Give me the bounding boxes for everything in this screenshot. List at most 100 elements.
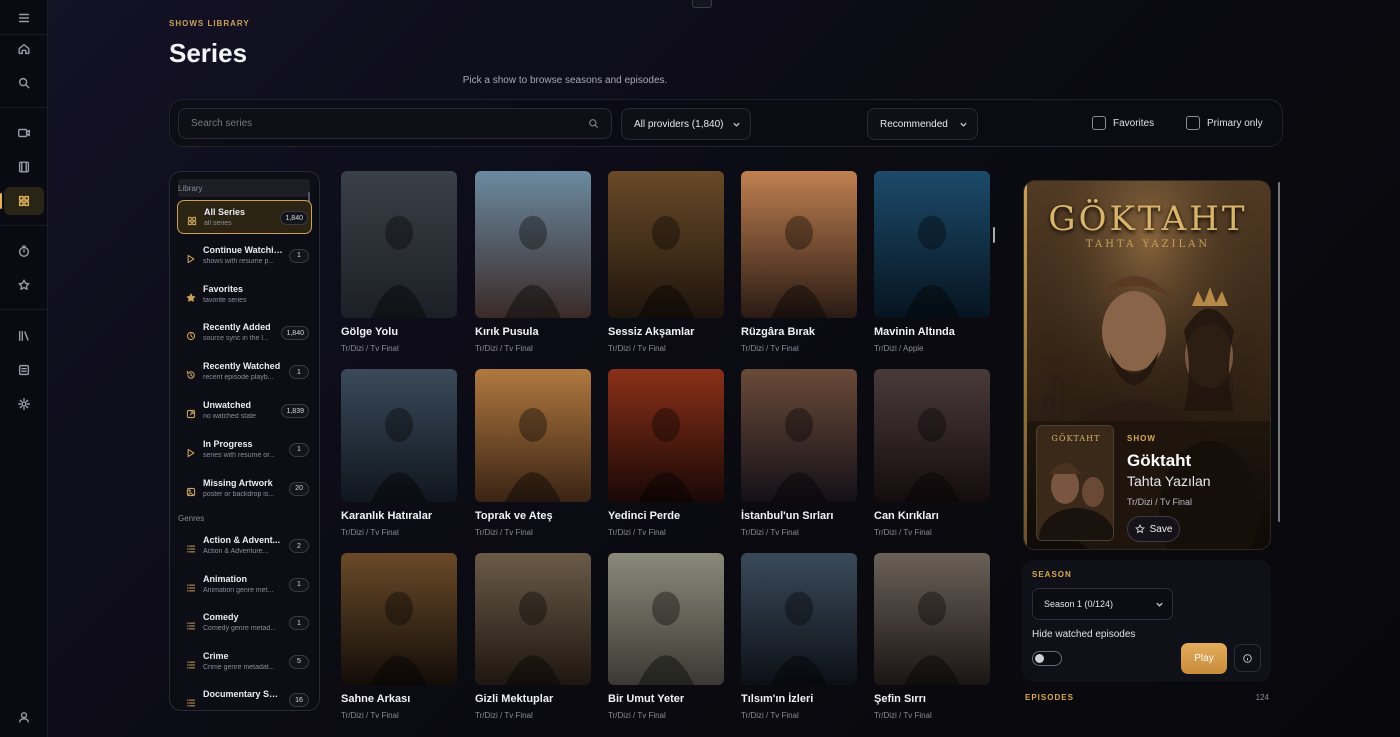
series-poster[interactable] (341, 553, 457, 685)
sidebar-item-action-advent[interactable]: Action & Advent... Action & Adventure... 2 (177, 529, 312, 563)
sidebar-item-crime[interactable]: Crime Crime genre metadat... 5 (177, 645, 312, 679)
episodes-count: 124 (1255, 693, 1269, 702)
menu-icon[interactable] (8, 4, 40, 32)
series-card[interactable]: Bir Umut Yeter Tr/Dizi / Tv Final (608, 553, 724, 720)
series-poster[interactable] (874, 171, 990, 318)
series-poster[interactable] (741, 171, 857, 318)
star-icon[interactable] (8, 271, 40, 299)
sidebar-item-in-progress[interactable]: In Progress series with resume or... 1 (177, 433, 312, 467)
series-poster[interactable] (608, 553, 724, 685)
play-button[interactable]: Play (1181, 643, 1227, 674)
provider-dropdown[interactable]: All providers (1,840) (621, 108, 751, 140)
sidebar-item-description: poster or backdrop is... (203, 490, 275, 498)
series-card[interactable]: Karanlık Hatıralar Tr/Dizi / Tv Final (341, 369, 457, 537)
series-poster[interactable] (341, 369, 457, 502)
sidebar-item-recently-added[interactable]: Recently Added source sync in the l... 1,8… (177, 316, 312, 350)
poster-artwork (741, 369, 857, 502)
series-provider: Tr/Dizi / Tv Final (341, 528, 399, 537)
sort-dropdown[interactable]: Recommended (867, 108, 978, 140)
poster-artwork (741, 171, 857, 318)
chevron-down-icon (960, 122, 967, 127)
series-poster[interactable] (608, 369, 724, 502)
series-grid-icon[interactable] (0, 187, 44, 215)
series-poster[interactable] (475, 171, 591, 318)
grid-icon (187, 213, 197, 226)
poster-artwork (341, 369, 457, 502)
series-poster[interactable] (741, 553, 857, 685)
checkbox-box[interactable] (1092, 116, 1106, 130)
series-poster[interactable] (874, 369, 990, 502)
series-card[interactable]: Kırık Pusula Tr/Dizi / Tv Final (475, 171, 591, 353)
sidebar-item-comedy[interactable]: Comedy Comedy genre metad... 1 (177, 606, 312, 640)
series-card[interactable]: Gölge Yolu Tr/Dizi / Tv Final (341, 171, 457, 353)
favorites-checkbox[interactable]: Favorites (1092, 116, 1154, 130)
library-icon[interactable] (8, 322, 40, 350)
timer-icon[interactable] (8, 237, 40, 265)
sidebar-item-documentary-ser[interactable]: Documentary Ser... 16 (177, 683, 312, 710)
series-poster[interactable] (341, 171, 457, 318)
guide-icon[interactable] (8, 356, 40, 384)
series-title: Gölge Yolu (341, 326, 399, 338)
sidebar-item-recently-watched[interactable]: Recently Watched recent episode playb... 1 (177, 355, 312, 389)
save-button-label: Save (1149, 523, 1173, 535)
season-dropdown[interactable]: Season 1 (0/124) (1032, 588, 1173, 620)
series-poster[interactable] (475, 369, 591, 502)
series-card[interactable]: Toprak ve Ateş Tr/Dizi / Tv Final (475, 369, 591, 537)
poster-artwork (475, 171, 591, 318)
search-icon[interactable] (8, 69, 40, 97)
series-poster[interactable] (874, 553, 990, 685)
sidebar-item-description: shows with resume p... (203, 257, 275, 265)
series-poster[interactable] (741, 369, 857, 502)
hide-watched-toggle[interactable] (1032, 651, 1062, 666)
video-icon[interactable] (8, 119, 40, 147)
series-card[interactable]: Gizli Mektuplar Tr/Dizi / Tv Final (475, 553, 591, 720)
play-button-label: Play (1194, 653, 1214, 664)
series-card[interactable]: Yedinci Perde Tr/Dizi / Tv Final (608, 369, 724, 537)
poster-artwork (608, 553, 724, 685)
series-card[interactable]: Rüzgâra Bırak Tr/Dizi / Tv Final (741, 171, 857, 353)
series-provider: Tr/Dizi / Tv Final (608, 528, 666, 537)
mini-poster-art (1037, 426, 1113, 540)
series-card[interactable]: Mavinin Altında Tr/Dizi / Apple (874, 171, 990, 353)
sidebar-item-animation[interactable]: Animation Animation genre met... 1 (177, 568, 312, 602)
season-label: SEASON (1032, 570, 1072, 579)
series-title: Toprak ve Ateş (475, 510, 553, 522)
sidebar-item-favorites[interactable]: Favorites favorite series (177, 278, 312, 312)
primary-only-checkbox[interactable]: Primary only (1186, 116, 1263, 130)
series-title: Kırık Pusula (475, 326, 539, 338)
settings-icon[interactable] (8, 390, 40, 418)
count-badge: 1 (289, 616, 309, 631)
checkbox-box[interactable] (1186, 116, 1200, 130)
sidebar-item-continue-watching[interactable]: Continue Watching shows with resume p... 1 (177, 239, 312, 273)
poster-artwork (608, 369, 724, 502)
sidebar-item-description: Action & Adventure... (203, 548, 269, 555)
window-handle[interactable] (692, 0, 712, 8)
series-poster[interactable] (475, 553, 591, 685)
info-button[interactable] (1234, 644, 1261, 672)
sidebar-item-label: All Series (204, 207, 246, 217)
save-button[interactable]: Save (1127, 516, 1180, 542)
series-card[interactable]: Sessiz Akşamlar Tr/Dizi / Tv Final (608, 171, 724, 353)
series-poster[interactable] (608, 171, 724, 318)
sidebar-item-label: Favorites (203, 283, 244, 294)
sidebar-item-missing-artwork[interactable]: Missing Artwork poster or backdrop is... 2… (177, 472, 312, 506)
series-card[interactable]: Tılsım'ın İzleri Tr/Dizi / Tv Final (741, 553, 857, 720)
series-card[interactable]: Sahne Arkası Tr/Dizi / Tv Final (341, 553, 457, 720)
series-title: Can Kırıkları (874, 510, 939, 522)
search-input[interactable] (179, 109, 579, 138)
series-card[interactable]: İstanbul'un Sırları Tr/Dizi / Tv Final (741, 369, 857, 537)
series-card[interactable]: Can Kırıkları Tr/Dizi / Tv Final (874, 369, 990, 537)
sidebar-item-unwatched[interactable]: Unwatched no watched state 1,839 (177, 394, 312, 428)
series-provider: Tr/Dizi / Tv Final (741, 528, 799, 537)
sidebar-item-label: Recently Watched (203, 361, 281, 372)
panel-scrollbar[interactable] (1278, 182, 1280, 522)
sidebar-item-label: In Progress (203, 438, 253, 449)
grid-scrollbar[interactable] (993, 227, 995, 243)
home-icon[interactable] (8, 35, 40, 63)
show-logo-subtitle: TAHTA YAZILAN (1085, 239, 1211, 250)
sidebar-item-label: Recently Added (203, 322, 271, 333)
series-card[interactable]: Şefin Sırrı Tr/Dizi / Tv Final (874, 553, 990, 720)
film-icon[interactable] (8, 153, 40, 181)
profile-icon[interactable] (8, 703, 40, 731)
sidebar-item-all-series[interactable]: All Series all series 1,840 (177, 200, 312, 234)
